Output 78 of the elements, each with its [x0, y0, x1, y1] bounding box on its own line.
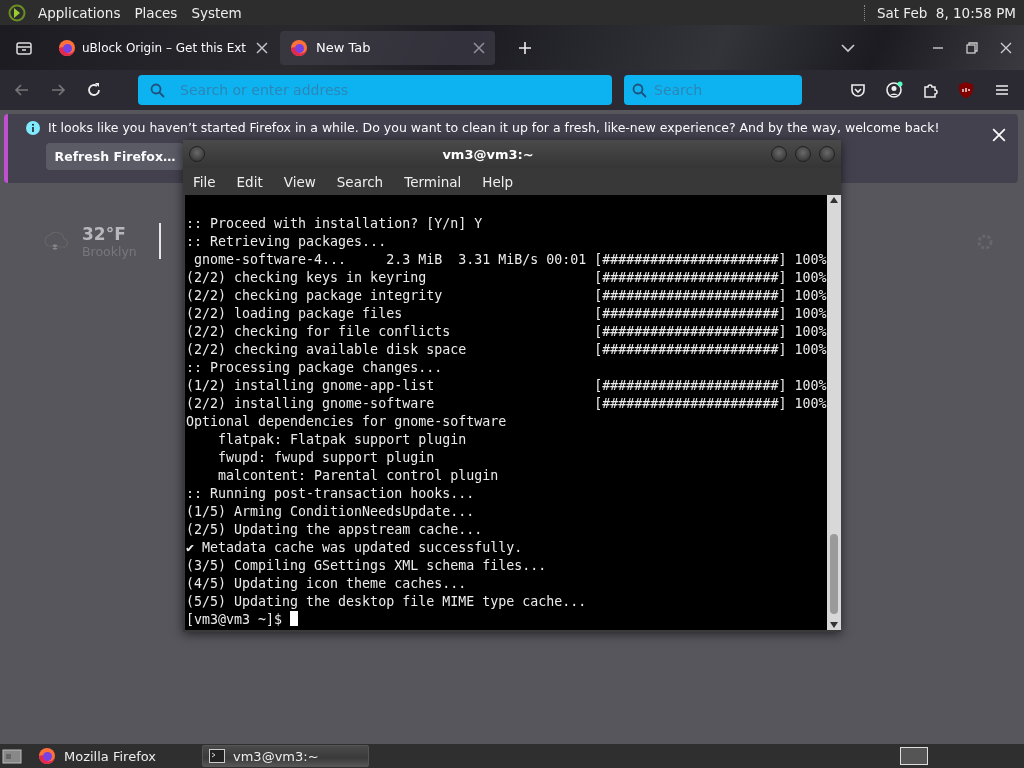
- firefox-icon: [290, 38, 308, 57]
- menu-item[interactable]: Help: [482, 173, 514, 190]
- minimize-button[interactable]: [771, 146, 787, 162]
- panel-menu[interactable]: System: [189, 4, 244, 21]
- terminal-line: (2/2) checking package integrity: [186, 287, 444, 305]
- terminal-line: (1/5) Arming ConditionNeedsUpdate...: [186, 503, 475, 521]
- browser-tab[interactable]: New Tab: [280, 30, 495, 65]
- firefox-icon: [58, 38, 76, 57]
- terminal-line: flatpak: Flatpak support plugin: [217, 431, 467, 449]
- account-icon[interactable]: [885, 81, 903, 99]
- panel-menu[interactable]: Applications: [36, 4, 123, 21]
- terminal-line: (5/5) Updating the desktop file MIME type cache...: [186, 593, 587, 611]
- scrollbar[interactable]: [827, 195, 841, 630]
- terminal-line: Optional dependencies for gnome-software: [186, 413, 507, 431]
- show-desktop-icon[interactable]: [2, 748, 22, 764]
- close-tab-icon[interactable]: [473, 41, 485, 54]
- browser-tab[interactable]: uBlock Origin – Get this Ext: [52, 30, 274, 65]
- terminal-line: (3/5) Compiling GSettings XML schema files...: [186, 557, 547, 575]
- panel-menu[interactable]: Places: [132, 4, 180, 21]
- extensions-puzzle-icon[interactable]: [921, 81, 939, 99]
- close-tab-icon[interactable]: [256, 41, 268, 54]
- terminal-line: (2/2) checking available disk space: [186, 341, 468, 359]
- terminal-line: :: Processing package changes...: [186, 359, 443, 377]
- shield-icon[interactable]: [957, 81, 975, 99]
- terminal-line: gnome-software-4... 2.3 MiB 3.31 MiB/s 00:01: [193, 251, 588, 269]
- menu-item[interactable]: File: [193, 173, 216, 190]
- temperature: 32°F: [82, 223, 127, 244]
- progress-text: [######################] 100%: [594, 341, 827, 359]
- search-icon: [150, 83, 165, 98]
- terminal-line: :: Running post-transaction hooks...: [186, 485, 475, 503]
- progress-text: [######################] 100%: [594, 305, 827, 323]
- progress-text: [######################] 100%: [594, 251, 827, 269]
- menu-item[interactable]: View: [283, 173, 316, 190]
- scrollbar-thumb[interactable]: [830, 534, 838, 614]
- terminal-line: (4/5) Updating icon theme caches...: [186, 575, 467, 593]
- progress-text: [######################] 100%: [594, 323, 827, 341]
- terminal-line: (2/2) loading package files: [186, 305, 404, 323]
- terminal-line: fwupd: fwupd support plugin: [217, 449, 435, 467]
- firefox-icon: [38, 747, 56, 765]
- taskbar-item[interactable]: vm3@vm3:~: [202, 745, 369, 767]
- menu-item[interactable]: Terminal: [404, 173, 462, 190]
- search-icon: [632, 83, 647, 98]
- progress-text: [######################] 100%: [594, 395, 827, 413]
- terminal-line: (2/2) checking for file conflicts: [186, 323, 452, 341]
- terminal-line: (2/2) installing gnome-software: [186, 395, 436, 413]
- menu-item[interactable]: Search: [336, 173, 384, 190]
- shell-prompt: [vm3@vm3 ~]$: [186, 611, 283, 629]
- maximize-button[interactable]: [795, 146, 811, 162]
- window-menu-button[interactable]: [189, 146, 205, 162]
- close-icon[interactable]: [992, 128, 1006, 142]
- pocket-icon[interactable]: [849, 81, 867, 99]
- scroll-down-arrow-icon[interactable]: [830, 622, 838, 628]
- text-cursor: [290, 611, 299, 626]
- notification-text: It looks like you haven’t started Firefox in a while. Do you want to clean it up for a fresh, like-new experience? And by the way, welcome back!: [48, 120, 940, 135]
- window-title: vm3@vm3:~: [441, 146, 535, 162]
- search-bar[interactable]: Search: [624, 75, 802, 105]
- terminal-line: malcontent: Parental control plugin: [217, 467, 499, 485]
- address-bar[interactable]: Search or enter address: [138, 75, 612, 105]
- close-button[interactable]: [819, 146, 835, 162]
- terminal-line: :: Retrieving packages...: [186, 233, 387, 251]
- progress-text: [######################] 100%: [594, 287, 827, 305]
- progress-text: [######################] 100%: [594, 377, 827, 395]
- progress-text: [######################] 100%: [594, 269, 827, 287]
- reload-icon[interactable]: [85, 81, 103, 99]
- refresh-firefox-button[interactable]: Refresh Firefox…: [46, 143, 184, 170]
- distro-logo-icon[interactable]: [8, 3, 26, 22]
- terminal-line: (2/2) checking keys in keyring: [186, 269, 428, 287]
- taskbar-item[interactable]: Mozilla Firefox: [32, 745, 192, 767]
- terminal-line: :: Proceed with installation? [Y/n] Y: [186, 215, 483, 233]
- terminal-line: (2/5) Updating the appstream cache...: [186, 521, 483, 539]
- info-icon: [26, 120, 40, 135]
- terminal-line: ✔ Metadata cache was updated successfully.: [186, 539, 523, 557]
- terminal-line: (1/2) installing gnome-app-list: [186, 377, 436, 395]
- workspace-switcher[interactable]: [900, 747, 928, 765]
- menu-item[interactable]: Edit: [236, 173, 263, 190]
- clock[interactable]: Sat Feb 8, 10:58 PM: [876, 4, 1016, 21]
- terminal-icon: [209, 749, 225, 763]
- scroll-up-arrow-icon[interactable]: [830, 197, 838, 203]
